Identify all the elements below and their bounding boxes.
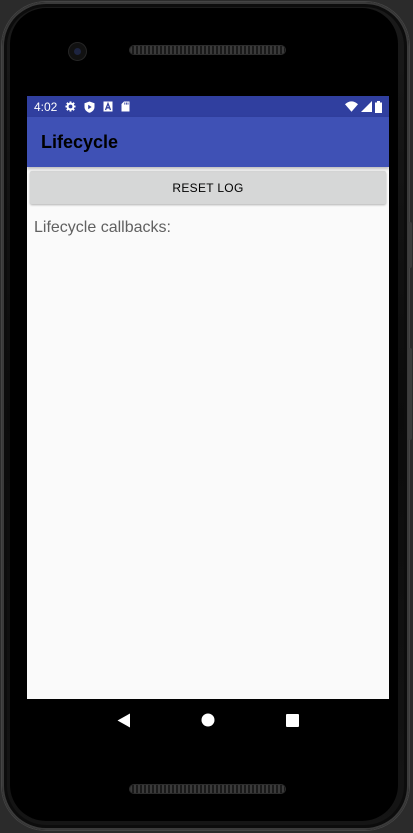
reset-log-button[interactable]: RESET LOG: [30, 171, 386, 204]
navigation-bar: [27, 699, 389, 741]
home-icon[interactable]: [198, 710, 218, 730]
status-time: 4:02: [34, 99, 58, 114]
back-icon[interactable]: [114, 710, 134, 730]
main-content: RESET LOG Lifecycle callbacks:: [27, 167, 389, 237]
app-title: Lifecycle: [41, 131, 119, 152]
device-screen: 4:02 Lifecycle RESET LOG Lifecycle callb…: [27, 96, 389, 699]
status-bar: 4:02: [27, 96, 389, 117]
battery-icon: [375, 100, 382, 113]
wifi-icon: [345, 101, 358, 112]
recents-icon[interactable]: [282, 710, 302, 730]
volume-button: [408, 222, 412, 268]
sd-card-icon: [121, 101, 130, 112]
settings-icon: [65, 101, 76, 112]
bottom-speaker: [130, 785, 285, 793]
play-protect-icon: [84, 101, 95, 113]
lifecycle-log-label: Lifecycle callbacks:: [34, 219, 171, 236]
power-button: [408, 348, 412, 440]
front-camera: [69, 43, 86, 60]
app-toolbar: Lifecycle: [27, 117, 389, 167]
earpiece-speaker: [130, 46, 285, 54]
a-letter-icon: [103, 101, 113, 112]
signal-icon: [361, 101, 372, 112]
